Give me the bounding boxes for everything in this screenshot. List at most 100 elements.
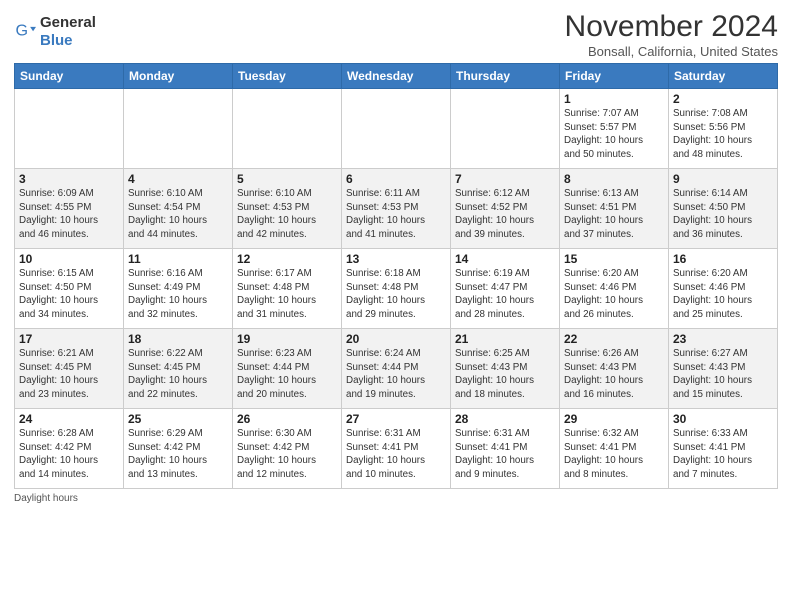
day-info: Sunrise: 6:27 AM Sunset: 4:43 PM Dayligh… [673, 347, 773, 402]
day-number: 15 [564, 252, 664, 266]
calendar-cell: 23Sunrise: 6:27 AM Sunset: 4:43 PM Dayli… [669, 329, 778, 409]
day-number: 20 [346, 332, 446, 346]
title-block: November 2024 Bonsall, California, Unite… [565, 10, 778, 59]
weekday-header-sunday: Sunday [15, 64, 124, 89]
day-info: Sunrise: 6:30 AM Sunset: 4:42 PM Dayligh… [237, 427, 337, 482]
page-container: G General Blue November 2024 Bonsall, Ca… [0, 0, 792, 510]
calendar-cell: 24Sunrise: 6:28 AM Sunset: 4:42 PM Dayli… [15, 409, 124, 489]
day-number: 18 [128, 332, 228, 346]
calendar-cell: 18Sunrise: 6:22 AM Sunset: 4:45 PM Dayli… [124, 329, 233, 409]
header: G General Blue November 2024 Bonsall, Ca… [14, 10, 778, 59]
day-number: 21 [455, 332, 555, 346]
calendar-cell: 15Sunrise: 6:20 AM Sunset: 4:46 PM Dayli… [560, 249, 669, 329]
day-number: 25 [128, 412, 228, 426]
day-number: 9 [673, 172, 773, 186]
logo-general: General [40, 14, 96, 31]
day-info: Sunrise: 7:07 AM Sunset: 5:57 PM Dayligh… [564, 107, 664, 162]
calendar-cell: 14Sunrise: 6:19 AM Sunset: 4:47 PM Dayli… [451, 249, 560, 329]
calendar-body: 1Sunrise: 7:07 AM Sunset: 5:57 PM Daylig… [15, 89, 778, 489]
day-number: 17 [19, 332, 119, 346]
day-number: 23 [673, 332, 773, 346]
calendar-cell: 9Sunrise: 6:14 AM Sunset: 4:50 PM Daylig… [669, 169, 778, 249]
calendar-cell [342, 89, 451, 169]
calendar-cell: 12Sunrise: 6:17 AM Sunset: 4:48 PM Dayli… [233, 249, 342, 329]
day-info: Sunrise: 6:10 AM Sunset: 4:54 PM Dayligh… [128, 187, 228, 242]
day-info: Sunrise: 6:21 AM Sunset: 4:45 PM Dayligh… [19, 347, 119, 402]
day-info: Sunrise: 7:08 AM Sunset: 5:56 PM Dayligh… [673, 107, 773, 162]
calendar-week-3: 17Sunrise: 6:21 AM Sunset: 4:45 PM Dayli… [15, 329, 778, 409]
calendar-cell: 20Sunrise: 6:24 AM Sunset: 4:44 PM Dayli… [342, 329, 451, 409]
day-info: Sunrise: 6:19 AM Sunset: 4:47 PM Dayligh… [455, 267, 555, 322]
day-info: Sunrise: 6:26 AM Sunset: 4:43 PM Dayligh… [564, 347, 664, 402]
day-number: 28 [455, 412, 555, 426]
day-number: 14 [455, 252, 555, 266]
calendar-table: SundayMondayTuesdayWednesdayThursdayFrid… [14, 63, 778, 489]
calendar-cell: 21Sunrise: 6:25 AM Sunset: 4:43 PM Dayli… [451, 329, 560, 409]
calendar-cell: 22Sunrise: 6:26 AM Sunset: 4:43 PM Dayli… [560, 329, 669, 409]
calendar-cell: 1Sunrise: 7:07 AM Sunset: 5:57 PM Daylig… [560, 89, 669, 169]
calendar-cell: 25Sunrise: 6:29 AM Sunset: 4:42 PM Dayli… [124, 409, 233, 489]
calendar-cell: 26Sunrise: 6:30 AM Sunset: 4:42 PM Dayli… [233, 409, 342, 489]
day-number: 19 [237, 332, 337, 346]
day-info: Sunrise: 6:09 AM Sunset: 4:55 PM Dayligh… [19, 187, 119, 242]
footer-note: Daylight hours [14, 493, 778, 504]
day-number: 26 [237, 412, 337, 426]
logo-blue: Blue [40, 32, 73, 49]
weekday-header-tuesday: Tuesday [233, 64, 342, 89]
calendar-cell: 30Sunrise: 6:33 AM Sunset: 4:41 PM Dayli… [669, 409, 778, 489]
day-number: 11 [128, 252, 228, 266]
day-number: 22 [564, 332, 664, 346]
logo: G General Blue [14, 14, 96, 50]
day-number: 10 [19, 252, 119, 266]
day-info: Sunrise: 6:29 AM Sunset: 4:42 PM Dayligh… [128, 427, 228, 482]
calendar-cell: 3Sunrise: 6:09 AM Sunset: 4:55 PM Daylig… [15, 169, 124, 249]
calendar-cell: 2Sunrise: 7:08 AM Sunset: 5:56 PM Daylig… [669, 89, 778, 169]
day-info: Sunrise: 6:11 AM Sunset: 4:53 PM Dayligh… [346, 187, 446, 242]
day-info: Sunrise: 6:18 AM Sunset: 4:48 PM Dayligh… [346, 267, 446, 322]
day-info: Sunrise: 6:13 AM Sunset: 4:51 PM Dayligh… [564, 187, 664, 242]
day-number: 16 [673, 252, 773, 266]
day-info: Sunrise: 6:23 AM Sunset: 4:44 PM Dayligh… [237, 347, 337, 402]
weekday-header-thursday: Thursday [451, 64, 560, 89]
day-number: 30 [673, 412, 773, 426]
month-title: November 2024 [565, 10, 778, 44]
day-number: 1 [564, 92, 664, 106]
calendar-cell: 19Sunrise: 6:23 AM Sunset: 4:44 PM Dayli… [233, 329, 342, 409]
calendar-cell: 28Sunrise: 6:31 AM Sunset: 4:41 PM Dayli… [451, 409, 560, 489]
day-number: 7 [455, 172, 555, 186]
day-number: 12 [237, 252, 337, 266]
weekday-header-friday: Friday [560, 64, 669, 89]
day-info: Sunrise: 6:12 AM Sunset: 4:52 PM Dayligh… [455, 187, 555, 242]
day-number: 24 [19, 412, 119, 426]
location-subtitle: Bonsall, California, United States [565, 44, 778, 59]
calendar-cell: 4Sunrise: 6:10 AM Sunset: 4:54 PM Daylig… [124, 169, 233, 249]
day-info: Sunrise: 6:10 AM Sunset: 4:53 PM Dayligh… [237, 187, 337, 242]
calendar-cell: 11Sunrise: 6:16 AM Sunset: 4:49 PM Dayli… [124, 249, 233, 329]
day-info: Sunrise: 6:24 AM Sunset: 4:44 PM Dayligh… [346, 347, 446, 402]
day-info: Sunrise: 6:20 AM Sunset: 4:46 PM Dayligh… [564, 267, 664, 322]
day-info: Sunrise: 6:28 AM Sunset: 4:42 PM Dayligh… [19, 427, 119, 482]
weekday-header-wednesday: Wednesday [342, 64, 451, 89]
day-info: Sunrise: 6:31 AM Sunset: 4:41 PM Dayligh… [455, 427, 555, 482]
calendar-week-1: 3Sunrise: 6:09 AM Sunset: 4:55 PM Daylig… [15, 169, 778, 249]
day-number: 29 [564, 412, 664, 426]
calendar-week-4: 24Sunrise: 6:28 AM Sunset: 4:42 PM Dayli… [15, 409, 778, 489]
day-number: 4 [128, 172, 228, 186]
day-info: Sunrise: 6:33 AM Sunset: 4:41 PM Dayligh… [673, 427, 773, 482]
day-number: 2 [673, 92, 773, 106]
day-info: Sunrise: 6:14 AM Sunset: 4:50 PM Dayligh… [673, 187, 773, 242]
calendar-cell [233, 89, 342, 169]
calendar-cell [124, 89, 233, 169]
calendar-cell: 13Sunrise: 6:18 AM Sunset: 4:48 PM Dayli… [342, 249, 451, 329]
day-info: Sunrise: 6:17 AM Sunset: 4:48 PM Dayligh… [237, 267, 337, 322]
weekday-header-saturday: Saturday [669, 64, 778, 89]
day-info: Sunrise: 6:31 AM Sunset: 4:41 PM Dayligh… [346, 427, 446, 482]
day-info: Sunrise: 6:25 AM Sunset: 4:43 PM Dayligh… [455, 347, 555, 402]
calendar-cell [15, 89, 124, 169]
day-info: Sunrise: 6:32 AM Sunset: 4:41 PM Dayligh… [564, 427, 664, 482]
day-info: Sunrise: 6:15 AM Sunset: 4:50 PM Dayligh… [19, 267, 119, 322]
calendar-cell [451, 89, 560, 169]
svg-text:G: G [15, 22, 28, 40]
day-info: Sunrise: 6:22 AM Sunset: 4:45 PM Dayligh… [128, 347, 228, 402]
day-number: 27 [346, 412, 446, 426]
